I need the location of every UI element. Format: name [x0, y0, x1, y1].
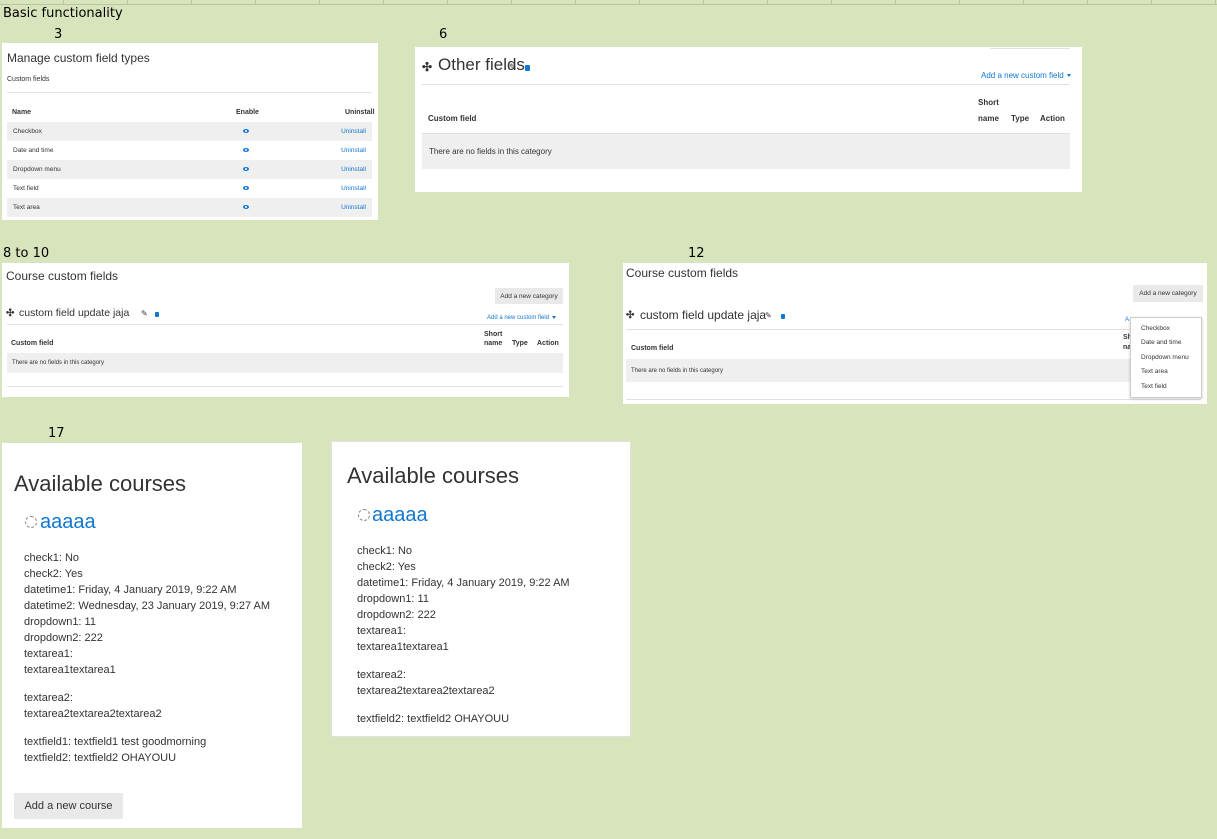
column-header-short: Short [978, 98, 999, 107]
column-header-action: Action [537, 340, 559, 347]
step-label-6: 6 [439, 27, 448, 42]
menu-item-text-area[interactable]: Text area [1141, 368, 1168, 375]
course-link[interactable]: aaaaa [372, 504, 428, 527]
add-category-button[interactable]: Add a new category [1133, 285, 1203, 302]
eye-icon[interactable] [243, 186, 249, 190]
pencil-icon[interactable]: ✎ [509, 62, 517, 73]
column-header-custom-field: Custom field [428, 114, 477, 123]
table-row: Checkbox Uninstall [7, 122, 372, 141]
category-title: custom field update jaja [640, 308, 767, 322]
move-icon[interactable]: ✣ [6, 308, 14, 319]
table-row: Date and time Uninstall [13, 147, 366, 154]
empty-category-message: There are no fields in this category [7, 353, 563, 373]
column-header-short: Short [484, 331, 503, 338]
page-title: Manage custom field types [7, 51, 150, 65]
step-label-3: 3 [54, 27, 63, 42]
column-header-type: Type [512, 340, 528, 347]
available-courses-panel: Available courses aaaaa check1: No check… [2, 443, 302, 828]
move-icon[interactable]: ✣ [626, 310, 634, 321]
menu-item-dropdown-menu[interactable]: Dropdown menu [1141, 354, 1189, 361]
add-category-button[interactable]: Add a new category [495, 288, 563, 304]
step-label-12: 12 [688, 246, 705, 261]
course-custom-fields-panel: Course custom fields Add a new category … [2, 263, 569, 397]
page-title: Available courses [347, 463, 520, 488]
column-header-type: Type [1011, 114, 1030, 123]
table-row: Text area Uninstall [7, 198, 372, 217]
empty-category-message: There are no fields in this category [626, 359, 1201, 382]
column-header-enable: Enable [236, 109, 259, 116]
pencil-icon[interactable]: ✎ [141, 309, 148, 318]
table-row: Dropdown menu Uninstall [7, 160, 372, 179]
breadcrumb[interactable]: Custom fields [7, 76, 49, 83]
page-title: Available courses [14, 471, 187, 496]
course-custom-field-values: check1: No check2: Yes datetime1: Friday… [357, 545, 570, 725]
eye-icon[interactable] [243, 205, 249, 209]
step-label-17: 17 [48, 426, 65, 441]
trash-icon[interactable] [525, 65, 530, 71]
page-title: Course custom fields [6, 269, 119, 283]
manage-field-types-panel: Manage custom field types Custom fields … [2, 43, 378, 220]
uninstall-link[interactable]: Uninstall [341, 204, 366, 211]
pencil-icon[interactable]: ✎ [765, 311, 772, 320]
column-header-action: Action [1040, 114, 1065, 123]
trash-icon[interactable] [155, 312, 159, 317]
column-header-uninstall: Uninstall [345, 109, 375, 116]
sheet-heading: Basic functionality [3, 6, 123, 21]
table-row: Text field Uninstall [13, 185, 366, 192]
column-header-name: name [978, 114, 999, 123]
menu-item-checkbox[interactable]: Checkbox [1141, 325, 1170, 332]
spreadsheet-column-strip [0, 0, 1217, 5]
uninstall-link[interactable]: Uninstall [341, 185, 366, 192]
empty-category-message: There are no fields in this category [422, 134, 1070, 169]
course-icon [358, 509, 370, 521]
column-header-custom-field: Custom field [11, 340, 54, 347]
course-icon [25, 516, 37, 528]
uninstall-link[interactable]: Uninstall [341, 166, 366, 173]
uninstall-link[interactable]: Uninstall [341, 128, 366, 135]
column-header-custom-field: Custom field [631, 345, 674, 352]
menu-item-text-field[interactable]: Text field [1141, 383, 1167, 390]
available-courses-panel-2: Available courses aaaaa check1: No check… [331, 441, 631, 737]
course-link[interactable]: aaaaa [40, 511, 96, 534]
add-custom-field-dropdown[interactable]: Add a new custom field [981, 71, 1071, 80]
page-title: Course custom fields [626, 266, 739, 280]
eye-icon[interactable] [243, 167, 249, 171]
uninstall-link[interactable]: Uninstall [341, 147, 366, 154]
add-custom-field-dropdown[interactable]: Add a new custom field [487, 315, 557, 321]
step-label-8-10: 8 to 10 [3, 246, 50, 261]
add-course-button[interactable]: Add a new course [14, 793, 123, 819]
other-fields-panel: ✣ Other fields ✎ Add a new custom field … [415, 47, 1082, 192]
move-icon[interactable]: ✣ [422, 60, 432, 74]
category-title: custom field update jaja [19, 307, 130, 319]
field-type-dropdown-menu: Checkbox Date and time Dropdown menu Tex… [1130, 317, 1202, 398]
eye-icon[interactable] [243, 148, 249, 152]
add-custom-field-dropdown[interactable]: A [1125, 317, 1129, 323]
trash-icon[interactable] [781, 314, 785, 319]
menu-item-date-and-time[interactable]: Date and time [1141, 339, 1181, 346]
column-header-name: name [484, 340, 503, 347]
column-header-name: Name [12, 109, 32, 116]
course-custom-field-values: check1: No check2: Yes datetime1: Friday… [24, 552, 271, 764]
course-custom-fields-panel-menu-open: Course custom fields Add a new category … [623, 263, 1207, 404]
eye-icon[interactable] [243, 129, 249, 133]
